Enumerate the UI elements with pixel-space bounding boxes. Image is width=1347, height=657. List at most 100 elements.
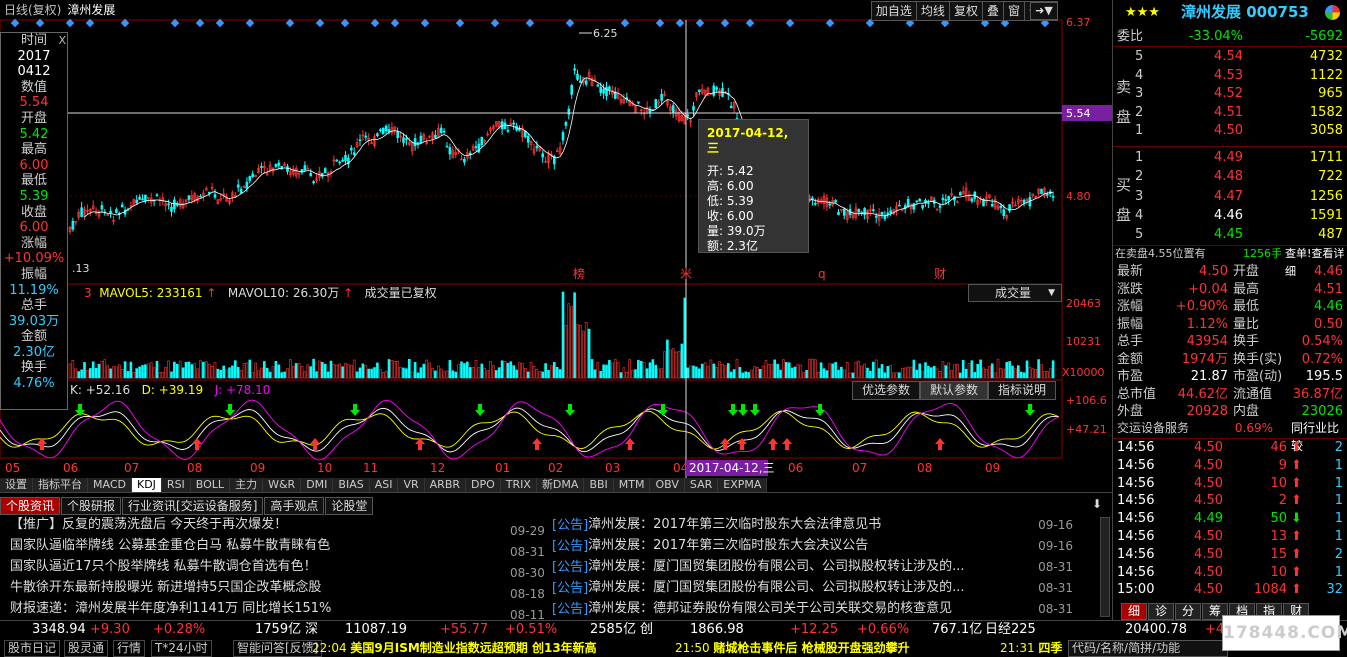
indicator-tab-dma[interactable]: 新DMA <box>536 478 585 492</box>
news-title[interactable]: 国家队逼近17只个股举牌线 私募牛散调仓首选有色！ <box>10 557 510 577</box>
chart-marker[interactable]: 财 <box>934 267 946 281</box>
chart-marker[interactable]: 米 <box>680 267 692 281</box>
news-item[interactable]: 国家队逼近17只个股举牌线 私募牛散调仓首选有色！ 08-30 <box>10 557 550 577</box>
indicator-tab-arbr[interactable]: ARBR <box>424 478 467 492</box>
news-item[interactable]: 财报速递：漳州发展半年度净利1141万 同比增长151% 08-11 <box>10 599 550 619</box>
add-favorite-button[interactable]: 加自选 <box>872 2 917 20</box>
weibi-value: -33.04% <box>1188 29 1243 44</box>
volume-bar <box>657 368 661 379</box>
candle-body <box>100 205 104 210</box>
indicator-tab-bbi[interactable]: BBI <box>584 478 614 492</box>
news-ticker-item[interactable]: 21:50 赌城枪击事件后 枪械股开盘强劲攀升 <box>675 640 910 657</box>
chart-marker[interactable]: q <box>818 267 826 281</box>
volume-selector[interactable]: 成交量 ▼ <box>968 284 1062 302</box>
candle-body <box>654 99 658 109</box>
volume-bar <box>239 370 243 379</box>
volume-bar <box>506 362 510 379</box>
indicator-tab-wr[interactable]: W&R <box>263 478 302 492</box>
exit-icon[interactable]: ➜▼ <box>1030 2 1058 20</box>
ma-button[interactable]: 均线 <box>917 2 950 20</box>
quote-tab[interactable]: 细 <box>1121 603 1148 620</box>
indicator-tab-trix[interactable]: TRIX <box>500 478 537 492</box>
news-tab[interactable]: 个股资讯 <box>0 497 61 515</box>
candle-body <box>697 89 701 93</box>
kdj-k-label: K: +52.16 <box>70 383 131 397</box>
news-ticker-item[interactable]: 21:31 四季 <box>1000 640 1062 657</box>
news-item[interactable]: 【推广】反复的震荡洗盘后 今天终于再次爆发！ 09-29 <box>10 515 550 535</box>
news-title[interactable]: 牛散徐开东最新持股曝光 新进增持5只国企改革概念股 <box>10 578 510 598</box>
indicator-tab-[interactable]: 设置 <box>0 478 33 492</box>
indicator-tab-sar[interactable]: SAR <box>684 478 719 492</box>
announcement-title[interactable]: 漳州发展：厦门国贸集团股份有限公司、公司拟股权转让涉及的... <box>588 557 1038 577</box>
indicator-tab-dpo[interactable]: DPO <box>466 478 501 492</box>
ticker-text: 赌城枪击事件后 枪械股开盘强劲攀升 <box>713 641 910 655</box>
indicator-help-button[interactable]: 指标说明 <box>988 381 1057 400</box>
volume-bar <box>164 366 167 379</box>
stock-name: 漳州发展 <box>67 3 116 17</box>
adjust-button[interactable]: 复权 <box>950 2 983 20</box>
status-button[interactable]: 股市日记 <box>4 640 61 657</box>
announcement-item[interactable]: [公告] 漳州发展：2017年第三次临时股东大会决议公告 09-16 <box>552 536 1097 556</box>
stat-value: 0.54% <box>1301 334 1343 349</box>
news-title[interactable]: 财报速递：漳州发展半年度净利1141万 同比增长151% <box>10 599 510 619</box>
news-title[interactable]: 【推广】反复的震荡洗盘后 今天终于再次爆发！ <box>10 515 510 535</box>
close-icon[interactable]: X <box>58 33 66 49</box>
news-tab[interactable]: 论股堂 <box>325 497 374 515</box>
news-item[interactable]: 牛散徐开东最新持股曝光 新进增持5只国企改革概念股 08-18 <box>10 578 550 598</box>
indicator-tab-macd[interactable]: MACD <box>88 478 132 492</box>
announcement-title[interactable]: 漳州发展：2017年第三次临时股东大会决议公告 <box>588 536 1038 556</box>
indicator-tab-asi[interactable]: ASI <box>369 478 399 492</box>
overlay-button[interactable]: 叠 <box>983 2 1004 20</box>
status-button[interactable]: 智能问答[反馈] <box>233 640 323 657</box>
indicator-tab-expma[interactable]: EXPMA <box>718 478 768 492</box>
volume-bar <box>616 362 620 379</box>
announcement-title[interactable]: 漳州发展：厦门国贸集团股份有限公司、公司拟股权转让涉及的... <box>588 578 1038 598</box>
indicator-tab-[interactable]: 主力 <box>230 478 264 492</box>
status-button[interactable]: T*24小时 <box>151 640 212 657</box>
status-button[interactable]: 行情 <box>113 640 146 657</box>
brand-icon[interactable] <box>1325 5 1340 20</box>
indicator-tab-boll[interactable]: BOLL <box>190 478 231 492</box>
news-tab[interactable]: 行业资讯[交运设备服务] <box>122 497 264 515</box>
candle-body <box>834 200 837 203</box>
announcement-item[interactable]: [公告] 漳州发展：厦门国贸集团股份有限公司、公司拟股权转让涉及的... 08-3… <box>552 557 1097 577</box>
tick-time: 14:56 <box>1117 493 1155 509</box>
indicator-tab-obv[interactable]: OBV <box>650 478 685 492</box>
announcement-item[interactable]: [公告] 漳州发展：厦门国贸集团股份有限公司、公司拟股权转让涉及的... 08-3… <box>552 578 1097 598</box>
quote-tab[interactable]: 分 <box>1175 603 1202 620</box>
news-ticker-item[interactable]: 22:04 美国9月ISM制造业指数远超预期 创13年新高 <box>312 640 597 657</box>
volume-bar <box>921 370 924 379</box>
x-axis-label: 02 <box>548 461 563 475</box>
indicator-tab-kdj[interactable]: KDJ <box>131 478 162 492</box>
announcement-item[interactable]: [公告] 漳州发展：2017年第三次临时股东大会法律意见书 09-16 <box>552 515 1097 535</box>
candle-body <box>889 210 893 214</box>
chart-area[interactable]: 6.37 5.54 4.80 6.25 .13 榜 米 q 财 20463 10… <box>0 0 1112 492</box>
indicator-tab-rsi[interactable]: RSI <box>161 478 191 492</box>
status-button[interactable]: 股灵通 <box>64 640 109 657</box>
news-tab[interactable]: 个股研报 <box>61 497 122 515</box>
kline-chart[interactable]: 6.37 5.54 4.80 6.25 .13 榜 米 q 财 20463 10… <box>0 0 1112 478</box>
download-icon[interactable]: ⬇ <box>1092 497 1102 511</box>
indicator-tab-[interactable]: 指标平台 <box>33 478 88 492</box>
news-scrollbar[interactable] <box>1100 517 1110 617</box>
news-tab[interactable]: 高手观点 <box>264 497 325 515</box>
default-params-button[interactable]: 默认参数 <box>920 381 989 400</box>
search-input[interactable]: 代码/名称/简拼/功能 <box>1068 640 1228 657</box>
candle-body <box>570 85 574 95</box>
chart-marker[interactable]: 榜 <box>573 266 585 281</box>
indicator-tab-dmi[interactable]: DMI <box>301 478 334 492</box>
window-button[interactable]: 窗 <box>1004 2 1025 20</box>
indicator-tab-vr[interactable]: VR <box>398 478 425 492</box>
announcement-title[interactable]: 漳州发展：德邦证券股份有限公司关于公司关联交易的核查意见 <box>588 599 1038 619</box>
quote-tab[interactable]: 诊 <box>1148 603 1175 620</box>
indicator-tab-bias[interactable]: BIAS <box>333 478 370 492</box>
news-item[interactable]: 国家队逼临举牌线 公募基金重仓白马 私募牛散青睐有色 08-31 <box>10 536 550 556</box>
volume-bar <box>225 369 228 379</box>
news-date: 08-11 <box>510 608 545 619</box>
announcement-title[interactable]: 漳州发展：2017年第三次临时股东大会法律意见书 <box>588 515 1038 535</box>
indicator-tab-mtm[interactable]: MTM <box>613 478 651 492</box>
optimal-params-button[interactable]: 优选参数 <box>852 381 921 400</box>
news-title[interactable]: 国家队逼临举牌线 公募基金重仓白马 私募牛散青睐有色 <box>10 536 510 556</box>
announcement-item[interactable]: [公告] 漳州发展：德邦证券股份有限公司关于公司关联交易的核查意见 08-31 <box>552 599 1097 619</box>
period-label[interactable]: 日线(复权) <box>4 3 61 17</box>
